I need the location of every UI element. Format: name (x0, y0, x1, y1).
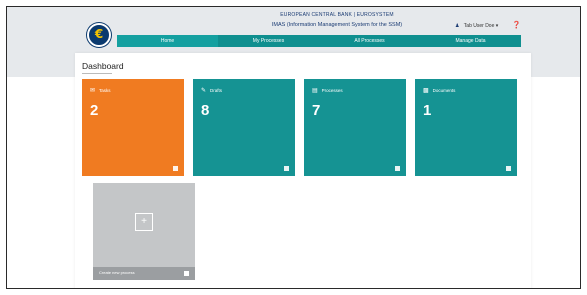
main-nav: Home My Processes All Processes Manage D… (117, 35, 521, 47)
tasks-icon: ✉ (90, 88, 96, 94)
nav-manage-data[interactable]: Manage Data (420, 35, 521, 47)
tile-footer: Create new process (93, 267, 195, 280)
nav-my-processes[interactable]: My Processes (218, 35, 319, 47)
tile-count: 2 (90, 102, 99, 119)
expand-icon[interactable] (395, 166, 400, 171)
user-icon: ♟ (455, 23, 460, 29)
tile-footer-label: Create new process (99, 270, 135, 275)
chevron-down-icon: ▾ (495, 23, 499, 29)
tile-count: 1 (423, 102, 432, 119)
tile-tasks[interactable]: ✉ Tasks 2 (82, 79, 184, 176)
dashboard-panel: Dashboard ✉ Tasks 2 ✎ Drafts 8 ▤ Processes … (75, 53, 531, 288)
system-name: IMAS (Information Management System for … (271, 22, 403, 28)
tile-label: Documents (432, 88, 456, 93)
title-divider (82, 73, 112, 74)
tile-processes[interactable]: ▤ Processes 7 (304, 79, 406, 176)
expand-icon[interactable] (506, 166, 511, 171)
expand-icon[interactable] (284, 166, 289, 171)
tile-documents[interactable]: ▩ Documents 1 (415, 79, 517, 176)
drafts-icon: ✎ (201, 88, 207, 94)
processes-icon: ▤ (312, 88, 318, 94)
tile-count: 8 (201, 102, 210, 119)
expand-icon[interactable] (173, 166, 178, 171)
app-window: € EUROPEAN CENTRAL BANK | EUROSYSTEM IMA… (6, 6, 581, 289)
tile-label: Drafts (210, 88, 223, 93)
user-name: Tab User Doe (463, 23, 495, 29)
tile-drafts[interactable]: ✎ Drafts 8 (193, 79, 295, 176)
ecb-logo[interactable]: € (87, 23, 111, 47)
tile-add-new[interactable]: + Create new process (93, 183, 195, 280)
help-icon[interactable]: ❓ (512, 21, 521, 29)
tile-label: Processes (321, 88, 343, 93)
plus-icon[interactable]: + (135, 213, 153, 231)
expand-icon[interactable] (184, 271, 189, 276)
bank-name: EUROPEAN CENTRAL BANK | EUROSYSTEM (280, 12, 394, 18)
nav-home[interactable]: Home (117, 35, 218, 47)
tile-count: 7 (312, 102, 321, 119)
user-menu[interactable]: ♟ Tab User Doe ▾ (455, 23, 498, 29)
page-title: Dashboard (82, 61, 124, 71)
tile-label: Tasks (99, 88, 111, 93)
nav-all-processes[interactable]: All Processes (319, 35, 420, 47)
documents-icon: ▩ (423, 88, 429, 94)
